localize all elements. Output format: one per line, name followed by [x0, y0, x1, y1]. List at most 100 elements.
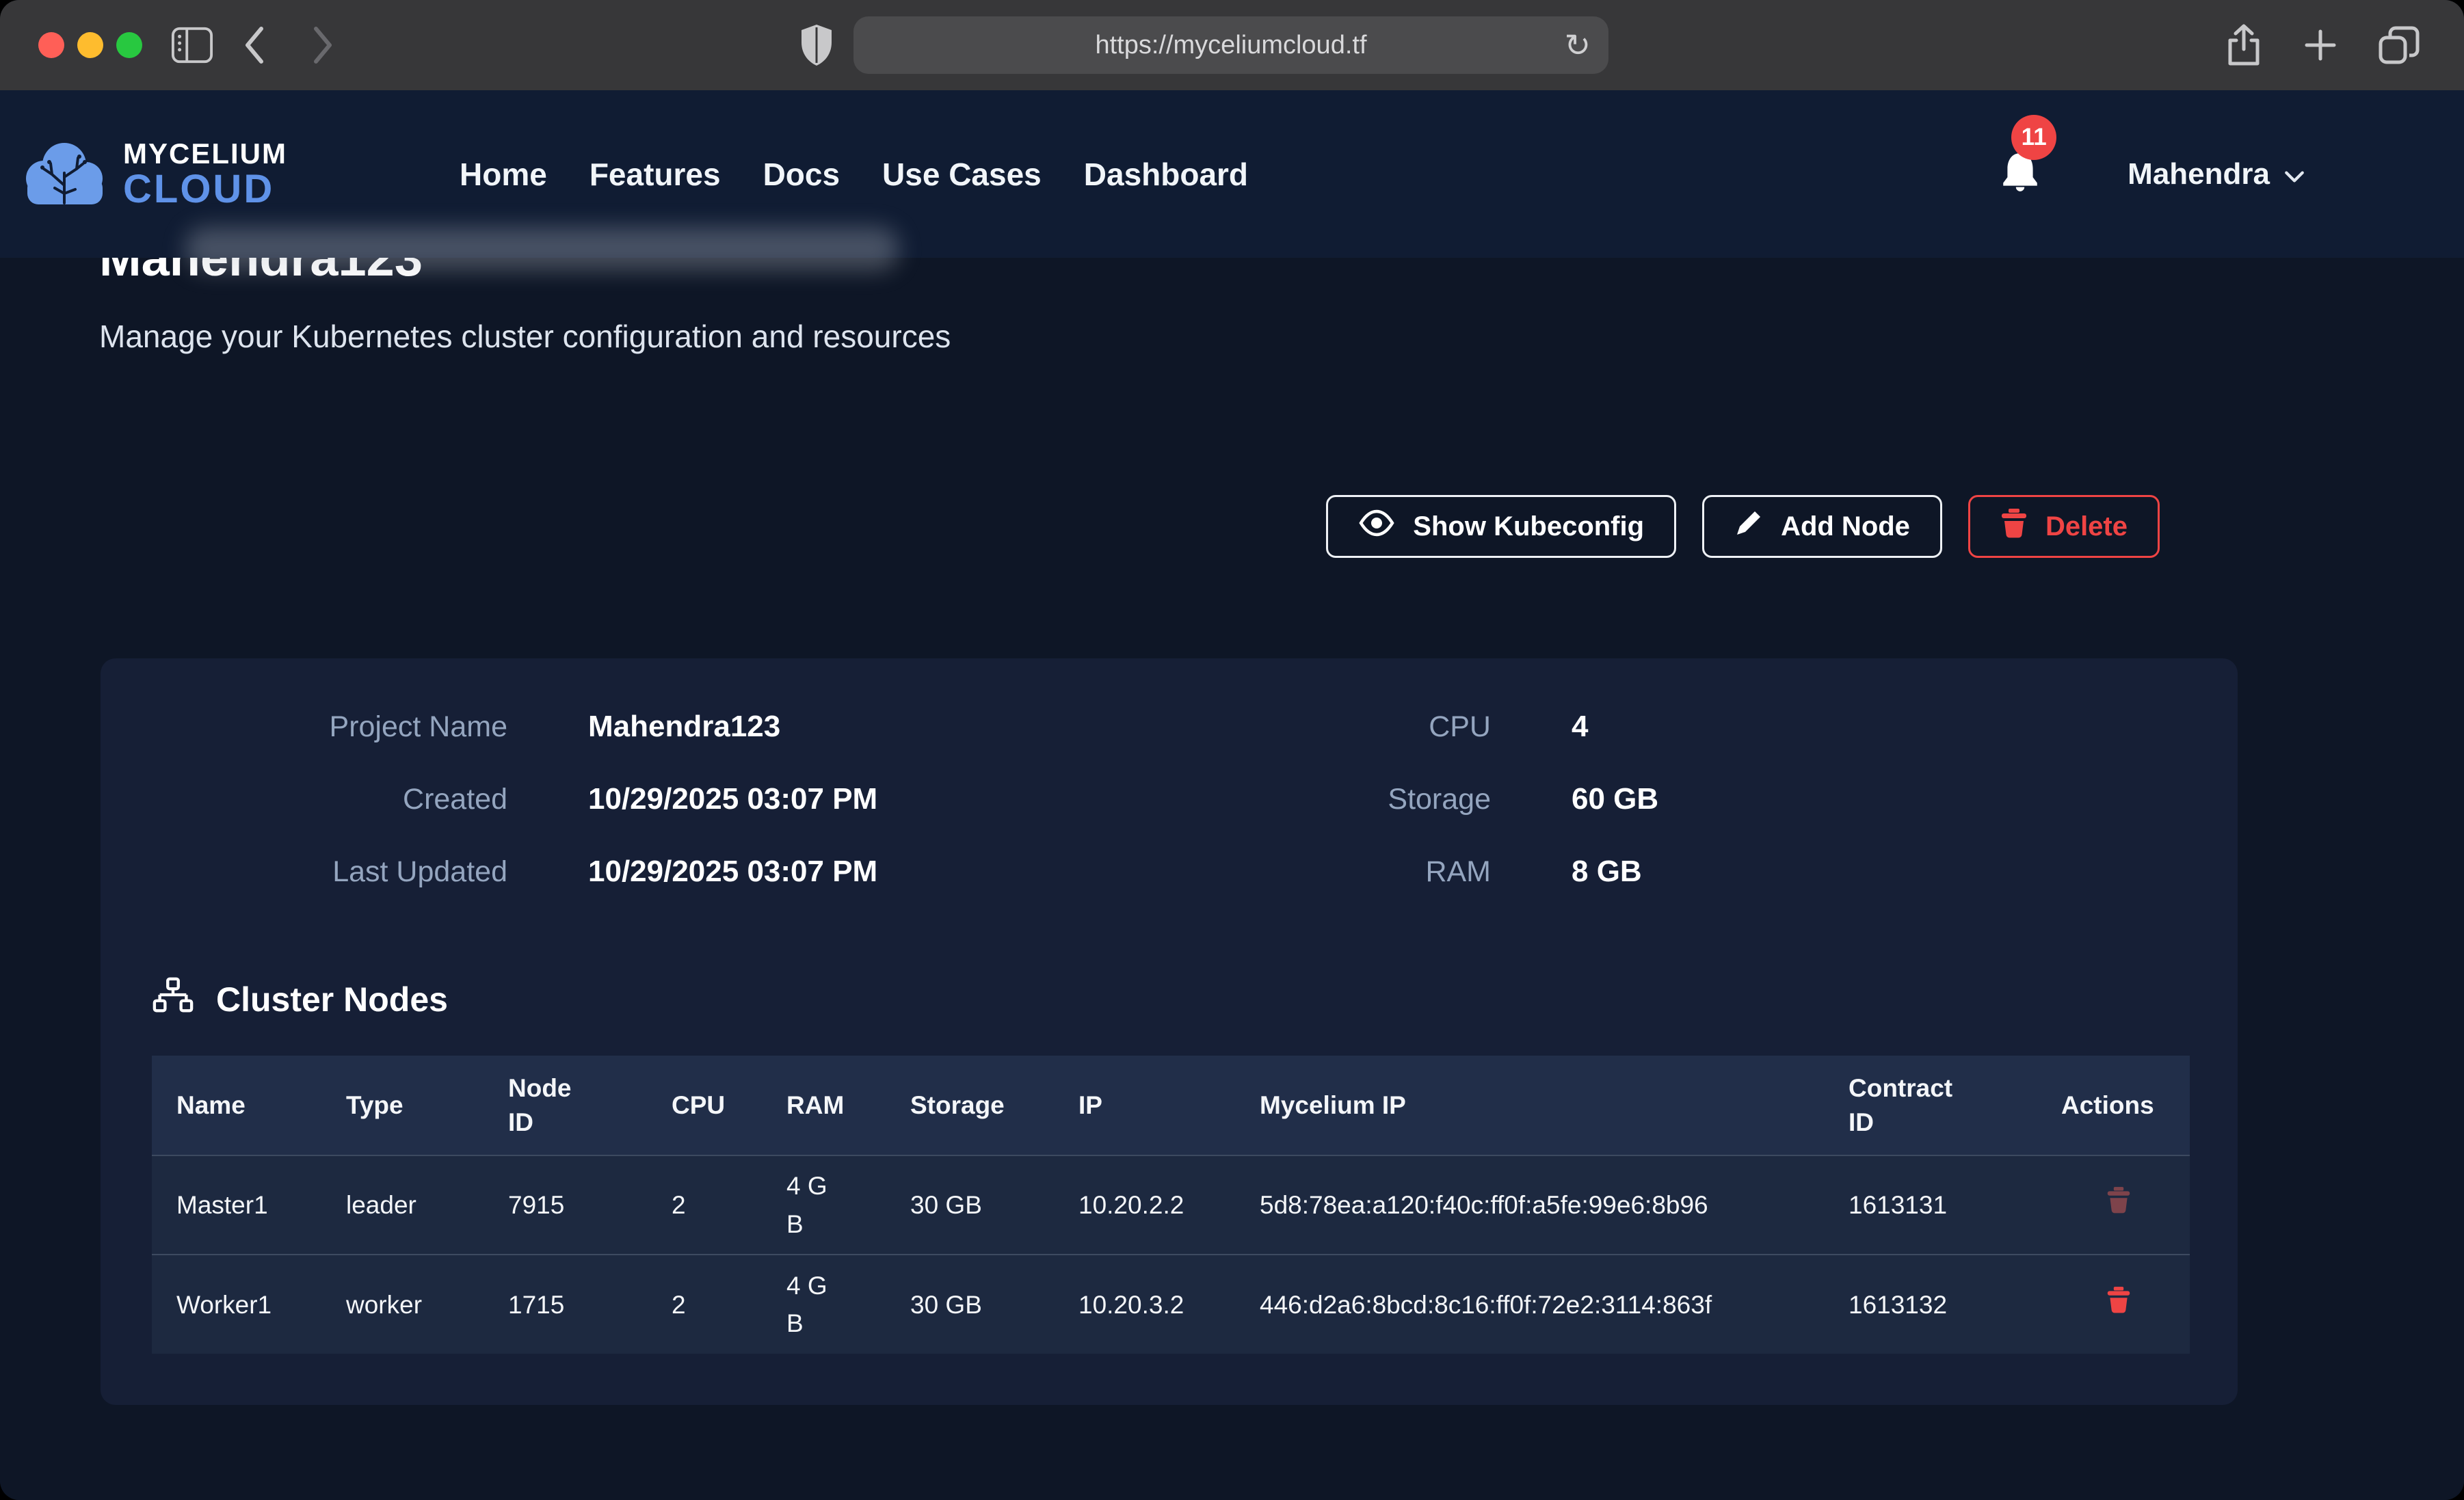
cell-contract-id: 1613132	[1824, 1255, 2037, 1354]
tab-overview-icon[interactable]	[2378, 25, 2420, 65]
cell-contract-id: 1613131	[1824, 1155, 2037, 1255]
table-row-worker1: Worker1 worker 1715 2 4 GB 30 GB 10.20.3…	[152, 1255, 2190, 1354]
cell-ip: 10.20.3.2	[1054, 1255, 1235, 1354]
notification-badge: 11	[2011, 115, 2056, 160]
trash-icon	[2000, 507, 2028, 546]
col-ip: IP	[1054, 1056, 1235, 1155]
browser-window: https://myceliumcloud.tf ↻	[0, 0, 2464, 1500]
show-kubeconfig-label: Show Kubeconfig	[1413, 511, 1644, 542]
pencil-icon	[1734, 509, 1763, 544]
privacy-shield-icon[interactable]	[799, 23, 834, 67]
info-value-created: 10/29/2025 03:07 PM	[588, 782, 1190, 816]
browser-chrome: https://myceliumcloud.tf ↻	[0, 0, 2464, 90]
eye-icon	[1358, 509, 1395, 544]
cell-ip: 10.20.2.2	[1054, 1155, 1235, 1255]
cluster-details-card: Project Name Mahendra123 CPU 4 Created 1…	[101, 658, 2238, 1405]
col-mycelium-ip: Mycelium IP	[1235, 1056, 1824, 1155]
nav-item-features[interactable]: Features	[589, 156, 721, 193]
brand-wordmark: MYCELIUM CLOUD	[123, 139, 287, 209]
cell-type: leader	[321, 1155, 483, 1255]
cell-cpu: 2	[647, 1255, 762, 1354]
info-value-ram: 8 GB	[1572, 855, 2186, 889]
cell-node-id: 7915	[483, 1155, 647, 1255]
main-content: Mahendra123 Manage your Kubernetes clust…	[0, 232, 2464, 1405]
page-subtitle: Manage your Kubernetes cluster configura…	[99, 318, 2464, 355]
forward-button-icon[interactable]	[309, 23, 336, 67]
notifications-button[interactable]: 11	[2000, 150, 2040, 198]
delete-node-button[interactable]	[2106, 1285, 2131, 1314]
cluster-nodes-icon	[152, 976, 194, 1023]
back-button-icon[interactable]	[241, 23, 268, 67]
header-right: 11 Mahendra	[2000, 150, 2305, 198]
cell-actions	[2037, 1155, 2190, 1255]
cell-ram: 4 GB	[762, 1155, 886, 1255]
zoom-window-button[interactable]	[116, 32, 142, 58]
address-bar[interactable]: https://myceliumcloud.tf ↻	[853, 16, 1608, 74]
col-actions: Actions	[2037, 1056, 2190, 1155]
add-node-label: Add Node	[1781, 511, 1910, 542]
user-menu[interactable]: Mahendra	[2128, 157, 2305, 191]
info-value-last-updated: 10/29/2025 03:07 PM	[588, 855, 1190, 889]
cell-cpu: 2	[647, 1155, 762, 1255]
sidebar-toggle-icon[interactable]	[171, 26, 213, 64]
brand-line2: CLOUD	[123, 170, 287, 209]
mycelium-cloud-logo-icon	[21, 135, 108, 213]
col-type: Type	[321, 1056, 483, 1155]
cell-node-id: 1715	[483, 1255, 647, 1354]
cell-name: Master1	[152, 1155, 321, 1255]
col-storage: Storage	[886, 1056, 1054, 1155]
col-cpu: CPU	[647, 1056, 762, 1155]
table-row-master1: Master1 leader 7915 2 4 GB 30 GB 10.20.2…	[152, 1155, 2190, 1255]
cluster-info-grid: Project Name Mahendra123 CPU 4 Created 1…	[152, 710, 2186, 889]
url-text: https://myceliumcloud.tf	[1095, 31, 1366, 60]
share-icon[interactable]	[2225, 23, 2263, 67]
cluster-nodes-heading: Cluster Nodes	[152, 976, 2186, 1023]
show-kubeconfig-button[interactable]: Show Kubeconfig	[1326, 495, 1676, 558]
cell-type: worker	[321, 1255, 483, 1354]
info-label-project-name: Project Name	[152, 710, 507, 744]
info-label-cpu: CPU	[1271, 710, 1491, 744]
cell-ram: 4 GB	[762, 1255, 886, 1354]
col-ram: RAM	[762, 1056, 886, 1155]
col-name: Name	[152, 1056, 321, 1155]
cell-name: Worker1	[152, 1255, 321, 1354]
info-label-last-updated: Last Updated	[152, 855, 507, 889]
nav-item-home[interactable]: Home	[460, 156, 547, 193]
user-name: Mahendra	[2128, 157, 2270, 191]
col-node-id: Node ID	[483, 1056, 647, 1155]
cluster-actions-toolbar: Show Kubeconfig Add Node	[99, 495, 2160, 558]
delete-cluster-button[interactable]: Delete	[1968, 495, 2160, 558]
info-label-ram: RAM	[1271, 855, 1491, 889]
info-value-project-name: Mahendra123	[588, 710, 1190, 744]
col-contract-id: Contract ID	[1824, 1056, 2037, 1155]
minimize-window-button[interactable]	[77, 32, 103, 58]
cell-actions	[2037, 1255, 2190, 1354]
cell-mycelium-ip: 446:d2a6:8bcd:8c16:ff0f:72e2:3114:863f	[1235, 1255, 1824, 1354]
traffic-lights	[38, 32, 142, 58]
nodes-table-wrap: Name Type Node ID CPU RAM Storage IP Myc…	[152, 1056, 2186, 1354]
nodes-table: Name Type Node ID CPU RAM Storage IP Myc…	[152, 1056, 2190, 1354]
info-label-created: Created	[152, 783, 507, 816]
bell-icon	[2000, 185, 2040, 197]
cell-mycelium-ip: 5d8:78ea:a120:f40c:ff0f:a5fe:99e6:8b96	[1235, 1155, 1824, 1255]
new-tab-icon[interactable]	[2303, 27, 2338, 63]
trash-icon	[2106, 1206, 2131, 1216]
nav-item-docs[interactable]: Docs	[763, 156, 840, 193]
brand-logo[interactable]: MYCELIUM CLOUD	[21, 135, 287, 213]
delete-node-button[interactable]	[2106, 1186, 2131, 1214]
trash-icon	[2106, 1306, 2131, 1316]
info-label-storage: Storage	[1271, 783, 1491, 816]
chrome-right-buttons	[2225, 23, 2420, 67]
main-nav: Home Features Docs Use Cases Dashboard	[460, 156, 1248, 193]
table-header-row: Name Type Node ID CPU RAM Storage IP Myc…	[152, 1056, 2190, 1155]
cell-storage: 30 GB	[886, 1155, 1054, 1255]
close-window-button[interactable]	[38, 32, 64, 58]
info-value-cpu: 4	[1572, 710, 2186, 744]
add-node-button[interactable]: Add Node	[1702, 495, 1942, 558]
brand-line1: MYCELIUM	[123, 139, 287, 168]
cell-storage: 30 GB	[886, 1255, 1054, 1354]
nav-item-dashboard[interactable]: Dashboard	[1084, 156, 1248, 193]
nav-item-use-cases[interactable]: Use Cases	[882, 156, 1042, 193]
reload-icon[interactable]: ↻	[1564, 29, 1591, 61]
chevron-down-icon	[2283, 157, 2305, 191]
